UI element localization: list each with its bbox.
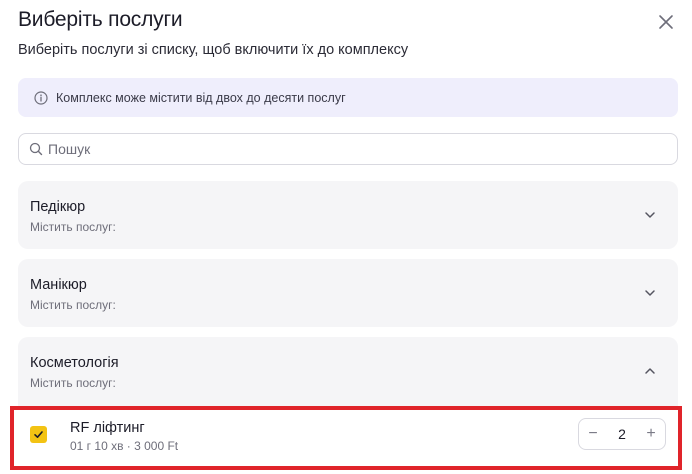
quantity-value[interactable]: 2 <box>607 426 637 442</box>
category-name: Педікюр <box>30 199 86 215</box>
quantity-stepper: − 2 + <box>578 418 666 450</box>
modal-title: Виберіть послуги <box>18 8 183 31</box>
category-pedicure[interactable]: Педікюр Містить послуг: <box>18 181 678 249</box>
info-text: Комплекс може містити від двох до десяти… <box>56 90 346 105</box>
info-icon <box>34 90 48 105</box>
category-cosmetology[interactable]: Косметологія Містить послуг: <box>18 337 678 409</box>
service-checkbox[interactable] <box>30 426 47 443</box>
chevron-down-icon <box>642 285 658 301</box>
checkmark-icon <box>34 431 43 438</box>
category-manicure[interactable]: Манікюр Містить послуг: <box>18 259 678 327</box>
category-name: Манікюр <box>30 277 87 293</box>
select-services-modal: Виберіть послуги Виберіть послуги зі спи… <box>0 0 692 474</box>
chevron-up-icon <box>642 363 658 379</box>
service-details: 01 г 10 хв · 3 000 Ft <box>70 439 179 453</box>
category-count-label: Містить послуг: <box>30 376 116 390</box>
modal-subtitle: Виберіть послуги зі списку, щоб включити… <box>18 42 409 58</box>
info-banner: Комплекс може містити від двох до десяти… <box>18 78 678 117</box>
close-icon <box>659 15 673 29</box>
decrement-button[interactable]: − <box>579 419 607 449</box>
search-icon <box>29 142 43 156</box>
search-input[interactable] <box>48 141 648 157</box>
chevron-down-icon <box>642 207 658 223</box>
search-box <box>18 133 678 165</box>
service-row: RF ліфтинг 01 г 10 хв · 3 000 Ft − 2 + <box>10 406 682 470</box>
increment-button[interactable]: + <box>637 419 665 449</box>
service-name: RF ліфтинг <box>70 420 145 436</box>
category-count-label: Містить послуг: <box>30 220 116 234</box>
category-name: Косметологія <box>30 355 119 371</box>
category-count-label: Містить послуг: <box>30 298 116 312</box>
close-button[interactable] <box>654 10 678 34</box>
